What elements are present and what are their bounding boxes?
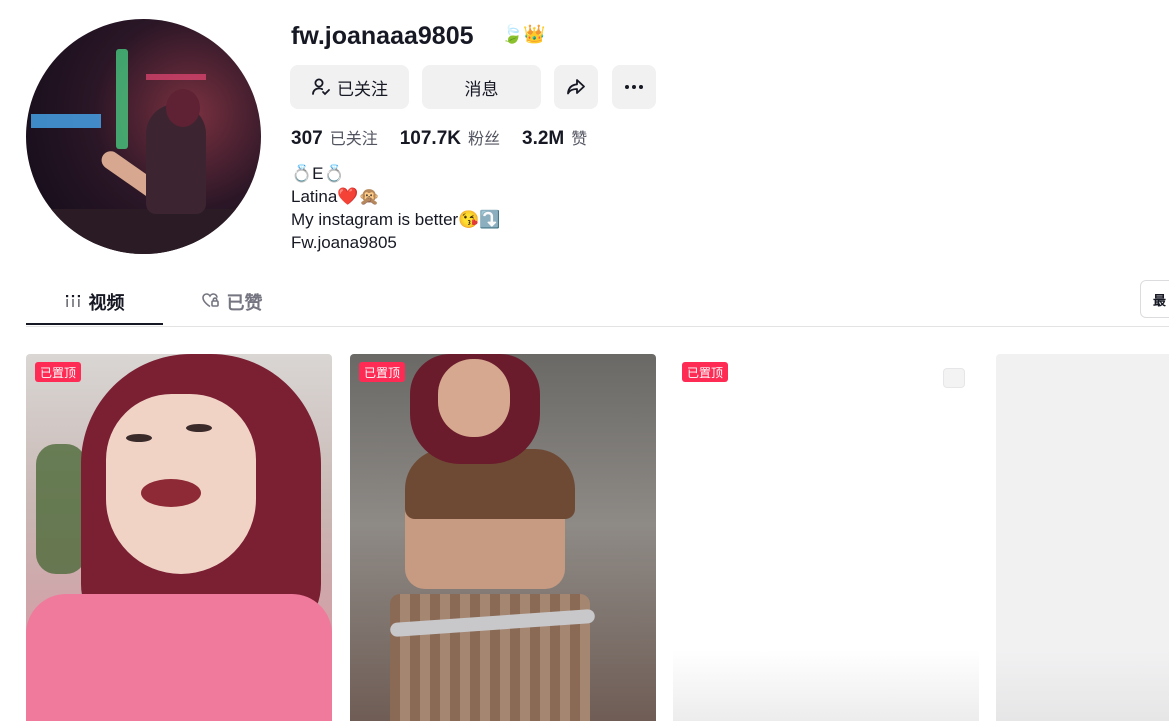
- share-button[interactable]: [554, 65, 598, 109]
- more-icon: [624, 84, 644, 90]
- tab-liked[interactable]: 已赞: [163, 280, 300, 324]
- pinned-badge: 已置顶: [35, 362, 82, 382]
- sort-button[interactable]: 最: [1140, 280, 1169, 318]
- video-card[interactable]: 已置顶: [26, 354, 332, 721]
- video-card[interactable]: 已置顶: [350, 354, 656, 721]
- sort-label: 最: [1153, 293, 1167, 309]
- profile-tabs: 视频 已赞: [26, 280, 300, 326]
- user-check-icon: [311, 77, 331, 97]
- stat-likes: 3.2M 赞: [522, 125, 587, 150]
- tab-videos[interactable]: 视频: [26, 280, 163, 324]
- stat-label: 已关注: [329, 129, 378, 148]
- heart-lock-icon: [201, 292, 219, 313]
- bio-line: Latina❤️🙊: [291, 187, 380, 206]
- stat-value: 3.2M: [522, 128, 565, 149]
- message-button[interactable]: 消息: [422, 65, 541, 109]
- profile-bio: 💍E💍 Latina❤️🙊 My instagram is better😘⤵️ …: [291, 162, 501, 254]
- grid-icon: [65, 292, 81, 313]
- avatar[interactable]: [26, 19, 261, 254]
- pinned-badge: 已置顶: [359, 362, 406, 382]
- profile-stats: 307 已关注 107.7K 粉丝 3.2M 赞: [291, 125, 587, 150]
- stat-value: 307: [291, 128, 323, 149]
- stat-following[interactable]: 307 已关注: [291, 125, 378, 150]
- video-card[interactable]: 已置顶: [673, 354, 979, 721]
- stat-value: 107.7K: [399, 128, 461, 149]
- share-icon: [565, 76, 587, 98]
- following-button[interactable]: 已关注: [290, 65, 409, 109]
- stat-label: 赞: [571, 129, 588, 148]
- bio-link[interactable]: Fw.joana9805: [291, 231, 501, 254]
- tab-liked-label: 已赞: [226, 293, 263, 314]
- bio-line: My instagram is better😘⤵️: [291, 210, 501, 229]
- tab-active-indicator: [26, 323, 163, 325]
- more-button[interactable]: [612, 65, 656, 109]
- video-card[interactable]: [996, 354, 1169, 721]
- stat-followers[interactable]: 107.7K 粉丝: [400, 125, 500, 150]
- pinned-badge: 已置顶: [682, 362, 729, 382]
- profile-badges: 🍃👑: [501, 24, 546, 45]
- following-label: 已关注: [337, 79, 388, 100]
- tabs-divider: [26, 326, 1169, 327]
- stat-label: 粉丝: [468, 129, 501, 148]
- tab-videos-label: 视频: [88, 293, 125, 314]
- bio-line: 💍E💍: [291, 164, 345, 183]
- image-placeholder-icon: [943, 368, 965, 388]
- profile-page: fw.joanaaa9805 🍃👑 已关注 消息 307 已关注 107.7K …: [0, 0, 1169, 721]
- username: fw.joanaaa9805: [291, 22, 474, 50]
